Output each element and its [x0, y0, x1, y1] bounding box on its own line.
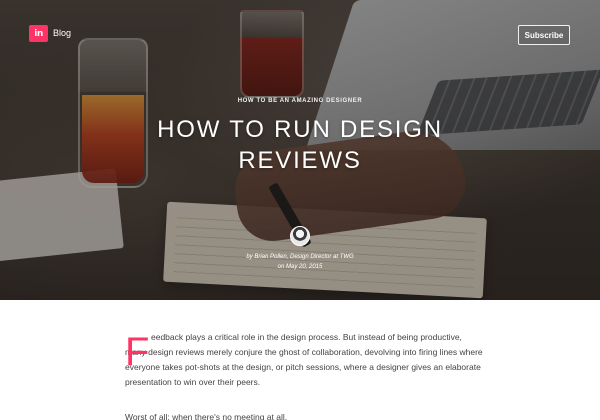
category-label[interactable]: HOW TO BE AN AMAZING DESIGNER: [0, 98, 600, 104]
byline-author: by Brian Pollen, Design Director at TWG: [246, 254, 354, 260]
author-avatar[interactable]: [290, 226, 310, 246]
invision-logo[interactable]: in: [29, 25, 48, 42]
lead-paragraph: eedback plays a critical role in the des…: [125, 330, 485, 390]
byline-date: on May 20, 2015: [277, 264, 323, 270]
blog-link[interactable]: Blog: [53, 28, 71, 38]
byline: by Brian Pollen, Design Director at TWG …: [0, 252, 600, 272]
article-body: F eedback plays a critical role in the d…: [125, 330, 485, 420]
lead-first-line: eedback plays a critical role in the des…: [151, 332, 462, 342]
hero-banner: in Blog Subscribe HOW TO BE AN AMAZING D…: [0, 0, 600, 300]
article-title: How to Run Design Reviews: [157, 116, 443, 174]
subscribe-button[interactable]: Subscribe: [518, 25, 570, 45]
paragraph-2: Worst of all: when there's no meeting at…: [125, 412, 288, 420]
drop-cap: F: [125, 330, 150, 374]
lead-rest: many design reviews merely conjure the g…: [125, 347, 483, 387]
